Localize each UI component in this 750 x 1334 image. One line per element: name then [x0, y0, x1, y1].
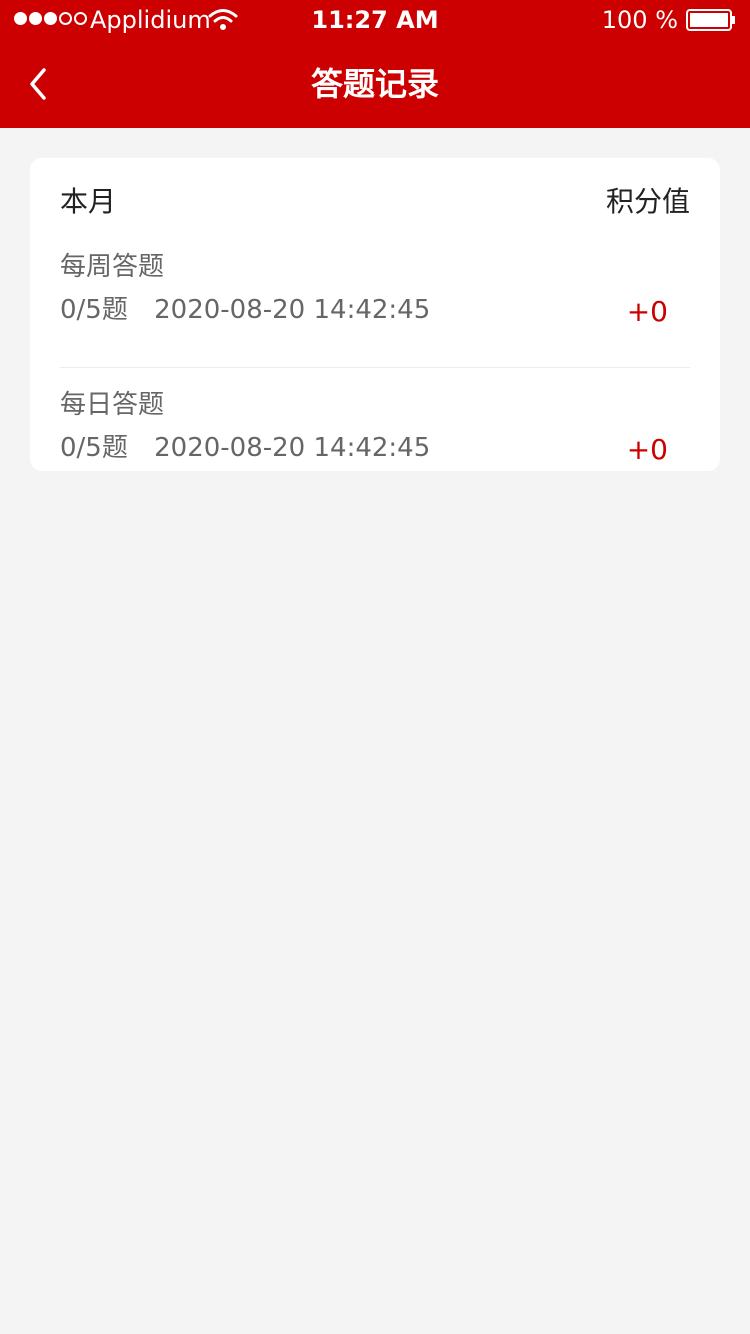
record-datetime: 2020-08-20 14:42:45	[154, 433, 431, 463]
record-title: 每周答题	[60, 252, 165, 282]
status-bar: Applidium 11:27 AM 100 %	[0, 0, 750, 40]
battery-icon	[686, 9, 735, 31]
record-item[interactable]: 每周答题 0/5题 2020-08-20 14:42:45 +0	[60, 248, 690, 368]
record-count: 0/5题	[60, 433, 128, 463]
navigation-bar: 答题记录	[0, 40, 750, 128]
record-meta: 0/5题 2020-08-20 14:42:45	[60, 292, 430, 328]
record-title: 每日答题	[60, 390, 165, 420]
points-column-label: 积分值	[605, 185, 690, 218]
record-points: +0	[626, 295, 668, 328]
page-title: 答题记录	[310, 65, 439, 103]
record-count: 0/5题	[60, 295, 128, 325]
record-points: +0	[626, 433, 668, 466]
battery-percentage: 100 %	[601, 6, 678, 34]
period-label: 本月	[60, 185, 117, 218]
record-meta: 0/5题 2020-08-20 14:42:45	[60, 430, 430, 466]
app-header: Applidium 11:27 AM 100 % 答题记录	[0, 0, 750, 128]
record-item[interactable]: 每日答题 0/5题 2020-08-20 14:42:45 +0	[60, 367, 690, 487]
record-datetime: 2020-08-20 14:42:45	[154, 295, 431, 325]
records-card: 本月 积分值 每周答题 0/5题 2020-08-20 14:42:45 +0 …	[30, 158, 720, 471]
